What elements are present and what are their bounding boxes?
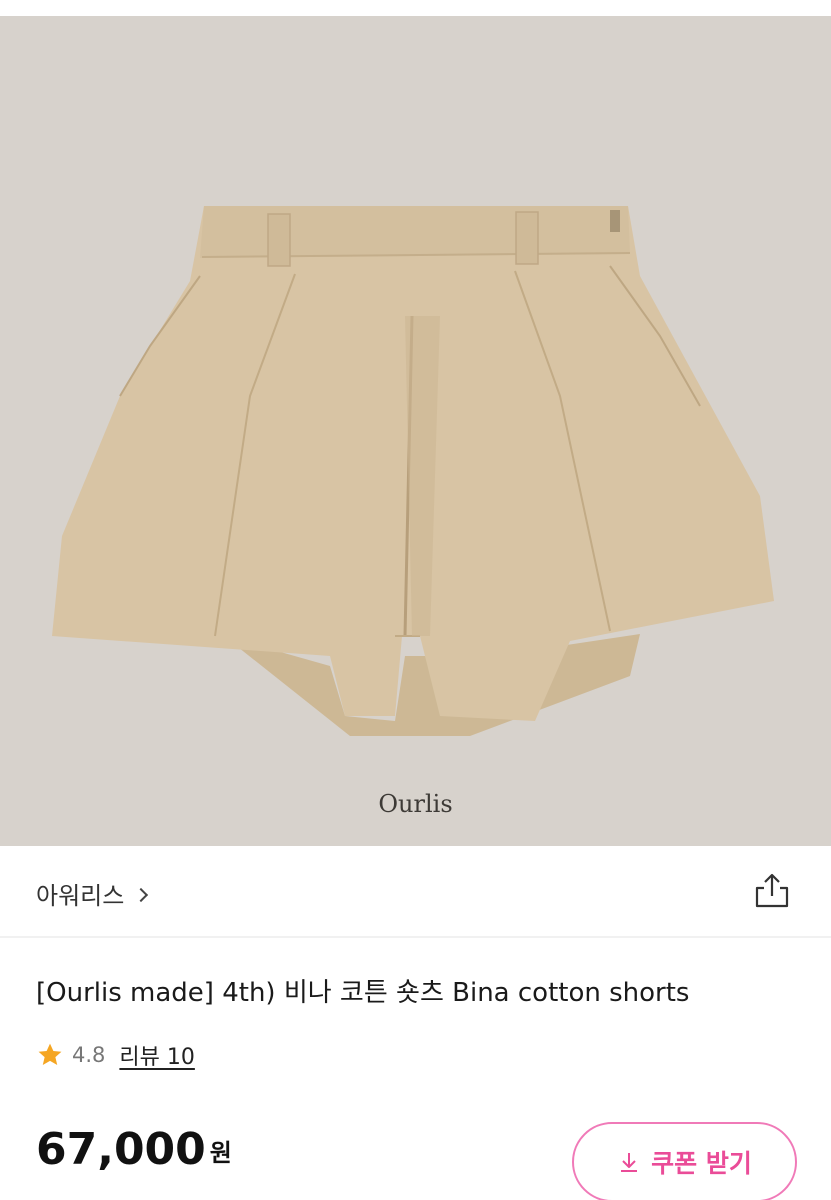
share-icon	[755, 873, 789, 908]
price-row: 67,000 원	[36, 1124, 232, 1176]
coupon-label: 쿠폰 받기	[651, 1149, 752, 1178]
coupon-button[interactable]: 쿠폰 받기	[572, 1122, 797, 1200]
price-currency: 원	[209, 1139, 232, 1167]
brand-logo: Ourlis	[378, 790, 453, 818]
price-value: 67,000	[36, 1124, 206, 1175]
shorts-illustration	[52, 206, 774, 736]
shop-name: 아워리스	[36, 882, 125, 910]
rating-value: 4.8	[72, 1043, 106, 1067]
shop-name-link[interactable]: 아워리스	[36, 876, 149, 911]
section-divider	[0, 936, 831, 938]
product-image[interactable]: Ourlis	[0, 16, 831, 846]
rating-row: 4.8 리뷰 10	[36, 1040, 195, 1070]
review-link[interactable]: 리뷰 10	[119, 1039, 194, 1071]
star-icon	[38, 1043, 62, 1066]
shop-row: 아워리스	[0, 846, 831, 936]
download-icon	[621, 1153, 638, 1172]
product-title: [Ourlis made] 4th) 비나 코튼 숏츠 Bina cotton …	[36, 978, 690, 1008]
share-button[interactable]	[752, 870, 792, 910]
status-strip	[0, 0, 831, 16]
chevron-right-icon	[134, 887, 149, 902]
